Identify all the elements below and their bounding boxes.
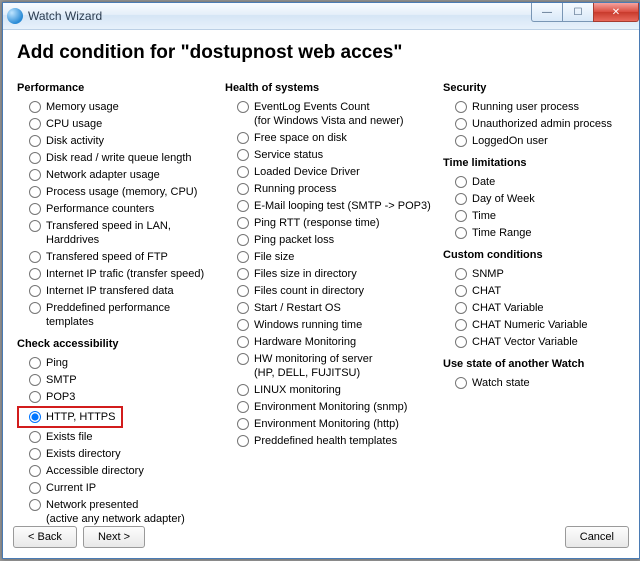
close-button[interactable]: ✕	[593, 3, 639, 22]
opt-user-process[interactable]: Running user process	[443, 99, 625, 115]
opt-hw-server[interactable]: HW monitoring of server(HP, DELL, FUJITS…	[225, 351, 435, 381]
opt-file-size[interactable]: File size	[225, 249, 435, 265]
opt-dow[interactable]: Day of Week	[443, 191, 625, 207]
group-custom-title: Custom conditions	[443, 249, 625, 261]
opt-win-uptime[interactable]: Windows running time	[225, 317, 435, 333]
opt-smtp[interactable]: SMTP	[17, 372, 217, 388]
opt-service-status[interactable]: Service status	[225, 147, 435, 163]
opt-accessible-directory[interactable]: Accessible directory	[17, 463, 217, 479]
group-health-title: Health of systems	[225, 82, 435, 94]
opt-chat-vec[interactable]: CHAT Vector Variable	[443, 334, 625, 350]
options-columns: Performance Memory usage CPU usage Disk …	[17, 78, 625, 518]
group-watch-state-title: Use state of another Watch	[443, 358, 625, 370]
opt-disk-queue[interactable]: Disk read / write queue length	[17, 150, 217, 166]
window-controls: — ☐ ✕	[531, 3, 639, 22]
opt-health-templates[interactable]: Preddefined health templates	[225, 433, 435, 449]
opt-files-size-dir[interactable]: Files size in directory	[225, 266, 435, 282]
opt-memory-usage[interactable]: Memory usage	[17, 99, 217, 115]
opt-device-driver[interactable]: Loaded Device Driver	[225, 164, 435, 180]
footer: < Back Next > Cancel	[13, 526, 629, 548]
opt-ip-transfered[interactable]: Internet IP transfered data	[17, 283, 217, 299]
opt-exists-file[interactable]: Exists file	[17, 429, 217, 445]
opt-chat-var[interactable]: CHAT Variable	[443, 300, 625, 316]
cancel-button[interactable]: Cancel	[565, 526, 629, 548]
opt-ping-rtt[interactable]: Ping RTT (response time)	[225, 215, 435, 231]
opt-pop3[interactable]: POP3	[17, 389, 217, 405]
titlebar: Watch Wizard — ☐ ✕	[3, 3, 639, 30]
opt-ping-loss[interactable]: Ping packet loss	[225, 232, 435, 248]
opt-hw-monitoring[interactable]: Hardware Monitoring	[225, 334, 435, 350]
opt-http-https[interactable]: HTTP, HTTPS	[29, 409, 115, 425]
opt-cpu-usage[interactable]: CPU usage	[17, 116, 217, 132]
opt-snmp[interactable]: SNMP	[443, 266, 625, 282]
opt-exists-directory[interactable]: Exists directory	[17, 446, 217, 462]
opt-ping[interactable]: Ping	[17, 355, 217, 371]
app-icon	[7, 8, 23, 24]
opt-email-loop[interactable]: E-Mail looping test (SMTP -> POP3)	[225, 198, 435, 214]
watch-wizard-window: Watch Wizard — ☐ ✕ Add condition for "do…	[2, 2, 640, 559]
content-area: Add condition for "dostupnost web acces"…	[3, 30, 639, 558]
window-title: Watch Wizard	[28, 9, 102, 23]
opt-watch-state[interactable]: Watch state	[443, 375, 625, 391]
opt-files-count-dir[interactable]: Files count in directory	[225, 283, 435, 299]
column-middle: Health of systems EventLog Events Count(…	[225, 78, 435, 518]
opt-start-restart[interactable]: Start / Restart OS	[225, 300, 435, 316]
opt-running-process[interactable]: Running process	[225, 181, 435, 197]
opt-env-http[interactable]: Environment Monitoring (http)	[225, 416, 435, 432]
opt-linux[interactable]: LINUX monitoring	[225, 382, 435, 398]
opt-loggedon[interactable]: LoggedOn user	[443, 133, 625, 149]
group-security-title: Security	[443, 82, 625, 94]
opt-ip-trafic[interactable]: Internet IP trafic (transfer speed)	[17, 266, 217, 282]
opt-perf-templates[interactable]: Preddefined performance templates	[17, 300, 217, 330]
opt-free-space[interactable]: Free space on disk	[225, 130, 435, 146]
opt-unauth-admin[interactable]: Unauthorized admin process	[443, 116, 625, 132]
column-left: Performance Memory usage CPU usage Disk …	[17, 78, 217, 518]
opt-time[interactable]: Time	[443, 208, 625, 224]
opt-chat-num[interactable]: CHAT Numeric Variable	[443, 317, 625, 333]
column-right: Security Running user process Unauthoriz…	[443, 78, 625, 518]
opt-disk-activity[interactable]: Disk activity	[17, 133, 217, 149]
page-title: Add condition for "dostupnost web acces"	[17, 42, 625, 64]
opt-transfer-lan[interactable]: Transfered speed in LAN, Harddrives	[17, 218, 217, 248]
opt-time-range[interactable]: Time Range	[443, 225, 625, 241]
group-accessibility-title: Check accessibility	[17, 338, 217, 350]
group-time-title: Time limitations	[443, 157, 625, 169]
opt-env-snmp[interactable]: Environment Monitoring (snmp)	[225, 399, 435, 415]
opt-eventlog[interactable]: EventLog Events Count(for Windows Vista …	[225, 99, 435, 129]
back-button[interactable]: < Back	[13, 526, 77, 548]
next-button[interactable]: Next >	[83, 526, 145, 548]
opt-network-presented[interactable]: Network presented(active any network ada…	[17, 497, 217, 527]
opt-current-ip[interactable]: Current IP	[17, 480, 217, 496]
opt-network-adapter[interactable]: Network adapter usage	[17, 167, 217, 183]
opt-chat[interactable]: CHAT	[443, 283, 625, 299]
opt-http-https-highlight: HTTP, HTTPS	[17, 406, 123, 428]
opt-perf-counters[interactable]: Performance counters	[17, 201, 217, 217]
opt-process-usage[interactable]: Process usage (memory, CPU)	[17, 184, 217, 200]
opt-date[interactable]: Date	[443, 174, 625, 190]
group-performance-title: Performance	[17, 82, 217, 94]
opt-transfer-ftp[interactable]: Transfered speed of FTP	[17, 249, 217, 265]
minimize-button[interactable]: —	[531, 3, 563, 22]
maximize-button[interactable]: ☐	[562, 3, 594, 22]
